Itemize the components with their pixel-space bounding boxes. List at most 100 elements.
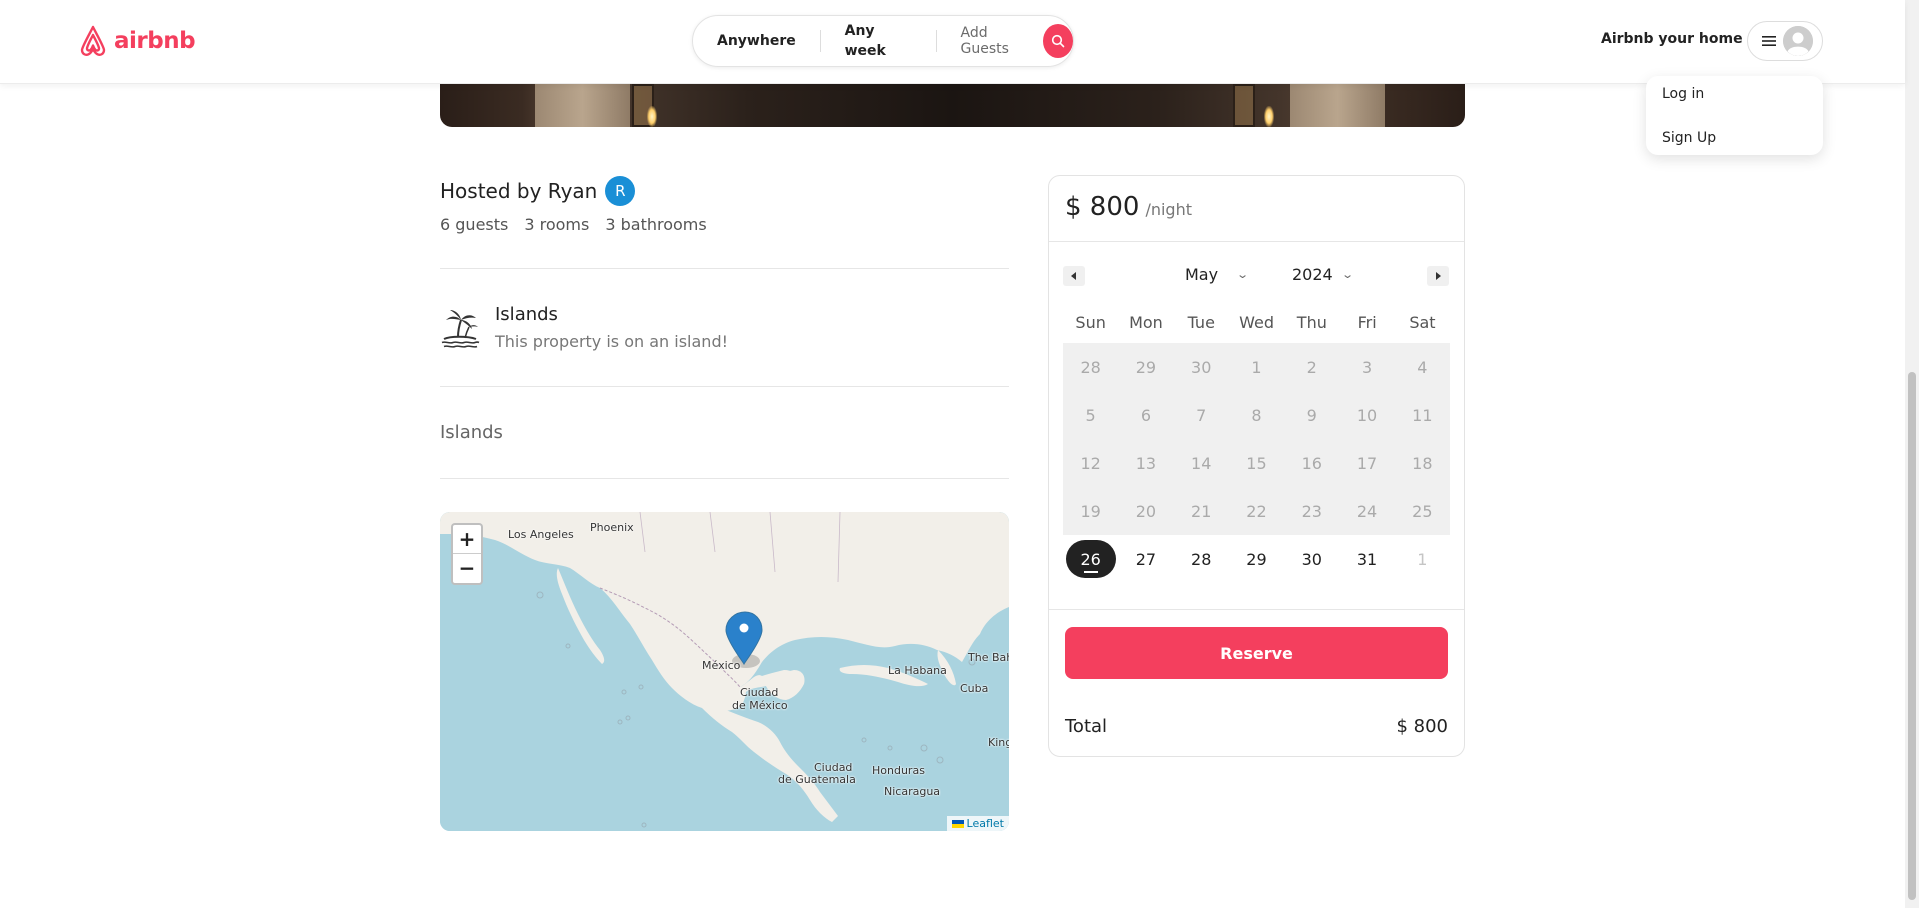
- calendar-day[interactable]: 29: [1229, 535, 1284, 583]
- price-row: $ 800 /night: [1065, 192, 1192, 222]
- map-attribution[interactable]: Leaflet: [946, 816, 1009, 831]
- calendar-day-disabled: 18: [1394, 439, 1450, 487]
- user-menu-button[interactable]: [1747, 21, 1823, 61]
- calendar-day-disabled: 22: [1228, 487, 1285, 535]
- chevron-down-icon: ⌄: [1340, 268, 1354, 281]
- calendar-day-disabled: 29: [1118, 343, 1174, 391]
- calendar-week: 26 27 28 29 30 31 1: [1063, 535, 1450, 583]
- user-avatar: [1782, 26, 1813, 56]
- airbnb-logo-icon: [80, 25, 106, 56]
- calendar-week: 12 13 14 15 16 17 18: [1063, 439, 1450, 487]
- user-menu-dropdown: Log in Sign Up: [1646, 76, 1823, 155]
- search-when[interactable]: Any week: [821, 21, 936, 61]
- zoom-out-button[interactable]: −: [453, 554, 481, 583]
- calendar-day-disabled: 23: [1284, 487, 1340, 535]
- section-divider: [440, 268, 1009, 269]
- calendar-day-selected[interactable]: 26: [1063, 535, 1118, 583]
- calendar-day-disabled: 14: [1173, 439, 1229, 487]
- host-avatar: R: [605, 176, 636, 206]
- calendar-day-next-month[interactable]: 1: [1395, 535, 1450, 583]
- calendar-day-disabled: 4: [1394, 343, 1450, 391]
- year-value: 2024: [1292, 265, 1333, 284]
- calendar-day-disabled: 13: [1118, 439, 1174, 487]
- calendar-week: 5 6 7 8 9 10 11: [1063, 391, 1450, 439]
- calendar-day-disabled: 25: [1394, 487, 1450, 535]
- menu-item-signup[interactable]: Sign Up: [1646, 124, 1716, 152]
- search-icon: [1051, 34, 1065, 48]
- caret-right-icon: [1436, 272, 1441, 280]
- weekday-label: Wed: [1239, 313, 1274, 332]
- reserve-button[interactable]: Reserve: [1065, 627, 1448, 679]
- total-row: Total $ 800: [1065, 716, 1448, 737]
- weekday-label: Mon: [1129, 313, 1163, 332]
- selected-day-label: 26: [1065, 540, 1116, 578]
- zoom-in-button[interactable]: +: [453, 525, 481, 554]
- leaflet-link[interactable]: Leaflet: [967, 817, 1004, 830]
- photo-lantern: [1233, 84, 1255, 127]
- search-where[interactable]: Anywhere: [693, 31, 820, 51]
- search-bar[interactable]: Anywhere Any week Add Guests: [692, 15, 1074, 67]
- weekday-label: Tue: [1187, 313, 1215, 332]
- guest-count: 6 guests: [440, 215, 509, 234]
- airbnb-logo[interactable]: airbnb: [78, 25, 196, 57]
- island-palm-icon: [441, 310, 480, 348]
- calendar-day-disabled: 8: [1228, 391, 1285, 439]
- photo-candle: [647, 106, 657, 127]
- menu-item-login[interactable]: Log in: [1646, 80, 1704, 108]
- calendar-day[interactable]: 30: [1284, 535, 1339, 583]
- calendar-grid: 28 29 30 1 2 3 4 5 6 7 8 9 10 11 12 13 1…: [1063, 343, 1450, 583]
- calendar-week: 28 29 30 1 2 3 4: [1063, 343, 1450, 391]
- calendar-day-disabled: 11: [1394, 391, 1450, 439]
- year-select[interactable]: 2024 ⌄: [1292, 265, 1354, 284]
- calendar-day-disabled: 5: [1063, 391, 1119, 439]
- calendar-day-disabled: 20: [1118, 487, 1174, 535]
- next-month-button[interactable]: [1427, 266, 1449, 286]
- nightly-price: $ 800: [1065, 192, 1140, 222]
- total-label: Total: [1065, 716, 1108, 737]
- calendar-day-disabled: 10: [1339, 391, 1395, 439]
- calendar-day[interactable]: 27: [1118, 535, 1173, 583]
- listing-description: Islands: [440, 422, 503, 443]
- map-label: México: [702, 659, 741, 672]
- page-scrollbar-thumb[interactable]: [1908, 372, 1916, 900]
- photo-candle: [1264, 106, 1274, 127]
- map-label: Cuba: [960, 682, 989, 695]
- calendar-day[interactable]: 31: [1339, 535, 1394, 583]
- ukraine-flag-icon: [951, 819, 964, 828]
- search-button[interactable]: [1043, 24, 1073, 58]
- airbnb-your-home-link[interactable]: Airbnb your home: [1601, 31, 1743, 47]
- search-guests[interactable]: Add Guests: [937, 25, 1044, 57]
- calendar-day-disabled: 21: [1173, 487, 1229, 535]
- caret-left-icon: [1071, 272, 1076, 280]
- calendar-day-disabled: 19: [1063, 487, 1119, 535]
- calendar-week: 19 20 21 22 23 24 25: [1063, 487, 1450, 535]
- section-divider: [440, 386, 1009, 387]
- listing-stats: 6 guests 3 rooms 3 bathrooms: [440, 215, 707, 234]
- calendar-day-disabled: 6: [1118, 391, 1174, 439]
- map-label: Phoenix: [590, 521, 634, 534]
- prev-month-button[interactable]: [1063, 266, 1085, 286]
- hosted-by-title: Hosted by Ryan: [440, 179, 598, 203]
- calendar-day-disabled: 28: [1063, 343, 1119, 391]
- map-label: de México: [732, 699, 788, 712]
- month-select[interactable]: May ⌄: [1185, 265, 1250, 284]
- calendar-day-disabled: 30: [1173, 343, 1229, 391]
- category-description: This property is on an island!: [495, 332, 729, 351]
- hamburger-menu-icon: [1761, 36, 1776, 46]
- logo-text: airbnb: [114, 28, 196, 54]
- host-info: Hosted by Ryan R: [440, 176, 636, 206]
- card-divider: [1049, 241, 1464, 242]
- calendar-day-disabled: 15: [1228, 439, 1285, 487]
- map-label: de Guatemala: [778, 773, 856, 786]
- weekday-header: Sun Mon Tue Wed Thu Fri Sat: [1063, 313, 1450, 332]
- weekday-label: Fri: [1357, 313, 1377, 332]
- calendar-day[interactable]: 28: [1174, 535, 1229, 583]
- weekday-label: Thu: [1296, 313, 1327, 332]
- map-label: La Habana: [888, 664, 947, 677]
- chevron-down-icon: ⌄: [1236, 268, 1250, 281]
- default-avatar-icon: [1782, 26, 1813, 56]
- map-label: Honduras: [872, 764, 925, 777]
- map-label: Ciudad: [740, 686, 779, 699]
- bathroom-count: 3 bathrooms: [605, 215, 707, 234]
- location-map[interactable]: Los Angeles Phoenix México Ciudad de Méx…: [440, 512, 1009, 831]
